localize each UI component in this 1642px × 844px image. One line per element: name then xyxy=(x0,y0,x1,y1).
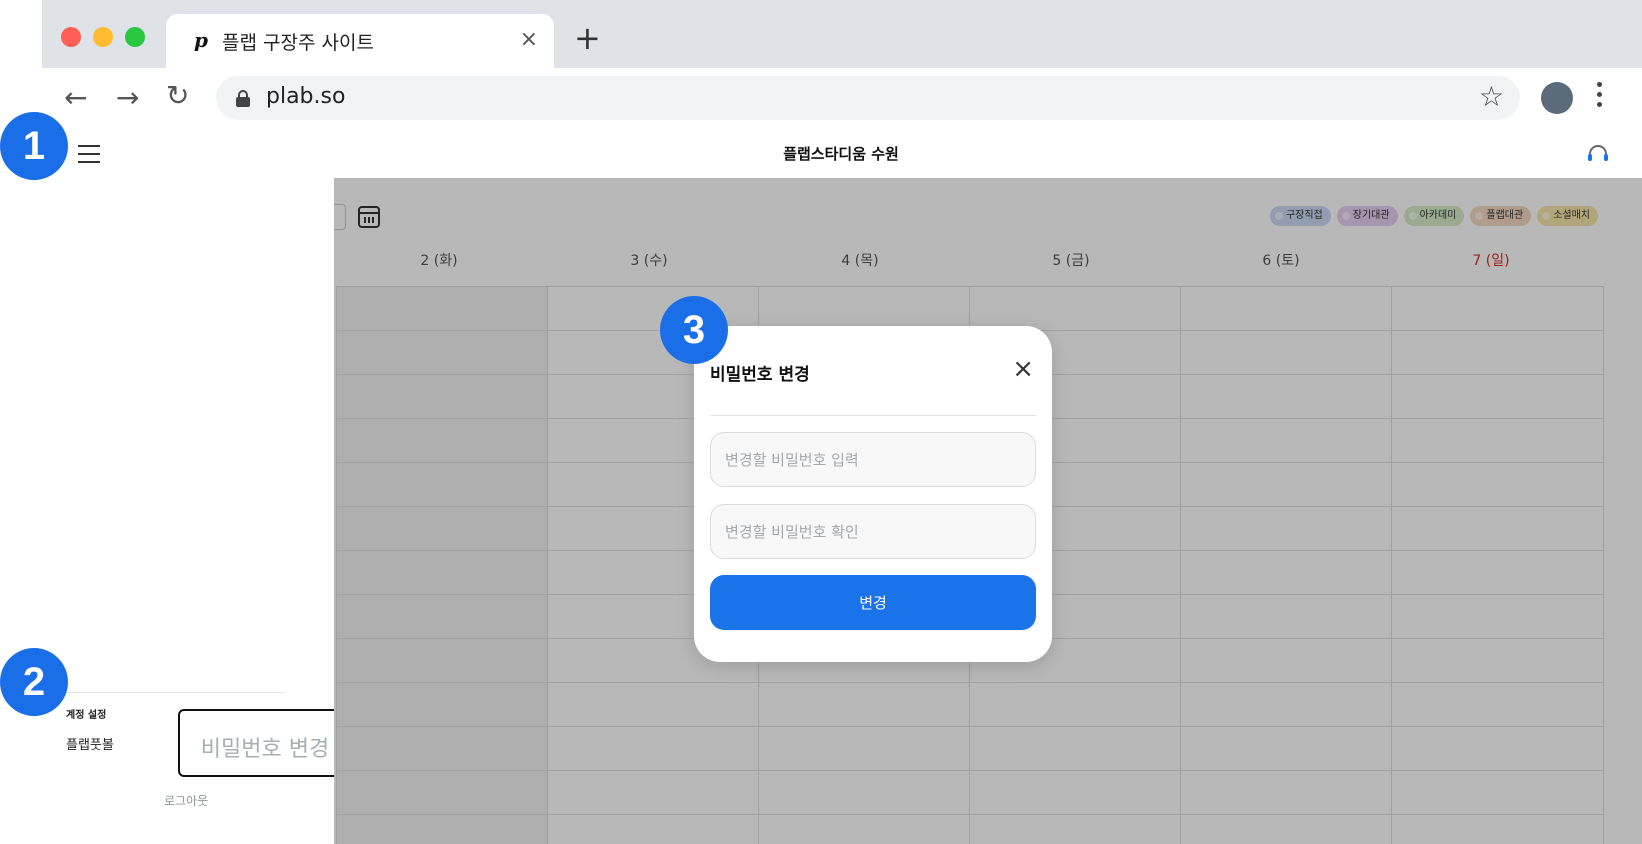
profile-avatar[interactable] xyxy=(1541,82,1573,114)
hamburger-menu-icon[interactable] xyxy=(78,145,100,163)
browser-tab[interactable]: p 플랩 구장주 사이트 × xyxy=(166,14,554,68)
close-icon[interactable]: × xyxy=(1012,356,1034,382)
change-password-button[interactable]: 비밀번호 변경 xyxy=(178,709,352,777)
change-submit-button[interactable]: 변경 xyxy=(710,575,1036,630)
modal-divider xyxy=(710,415,1036,416)
sidebar-item-user-name[interactable]: 플랩풋볼 xyxy=(66,734,114,753)
new-tab-icon[interactable]: + xyxy=(574,22,601,54)
new-password-input[interactable] xyxy=(710,432,1036,487)
step-badge-2: 2 xyxy=(0,648,68,716)
url-text: plab.so xyxy=(266,84,346,109)
bookmark-star-icon[interactable]: ☆ xyxy=(1479,80,1504,113)
lock-icon xyxy=(236,90,250,107)
reload-icon[interactable]: ↻ xyxy=(166,82,189,110)
confirm-password-input[interactable] xyxy=(710,504,1036,559)
forward-arrow-icon[interactable]: → xyxy=(116,84,139,112)
tab-title: 플랩 구장주 사이트 xyxy=(222,32,374,54)
step-badge-1: 1 xyxy=(0,112,68,180)
window-maximize-button[interactable] xyxy=(125,27,145,47)
change-password-modal: 비밀번호 변경 × 변경 xyxy=(694,326,1052,662)
back-arrow-icon[interactable]: ← xyxy=(64,84,87,112)
modal-title: 비밀번호 변경 xyxy=(710,365,810,385)
headset-support-icon[interactable] xyxy=(1588,145,1608,163)
more-menu-icon[interactable] xyxy=(1597,82,1603,112)
window-minimize-button[interactable] xyxy=(93,27,113,47)
plab-favicon-icon: p xyxy=(194,28,208,52)
tab-close-icon[interactable]: × xyxy=(520,27,538,52)
step-badge-3: 3 xyxy=(660,296,728,364)
window-close-button[interactable] xyxy=(61,27,81,47)
address-bar[interactable]: plab.so ☆ xyxy=(216,76,1520,120)
page-title: 플랩스타디움 수원 xyxy=(783,145,899,163)
change-password-label: 비밀번호 변경 xyxy=(200,737,330,762)
logout-link[interactable]: 로그아웃 xyxy=(164,792,208,809)
account-settings-label: 계정 설정 xyxy=(66,710,107,721)
sidebar-divider xyxy=(66,692,284,693)
